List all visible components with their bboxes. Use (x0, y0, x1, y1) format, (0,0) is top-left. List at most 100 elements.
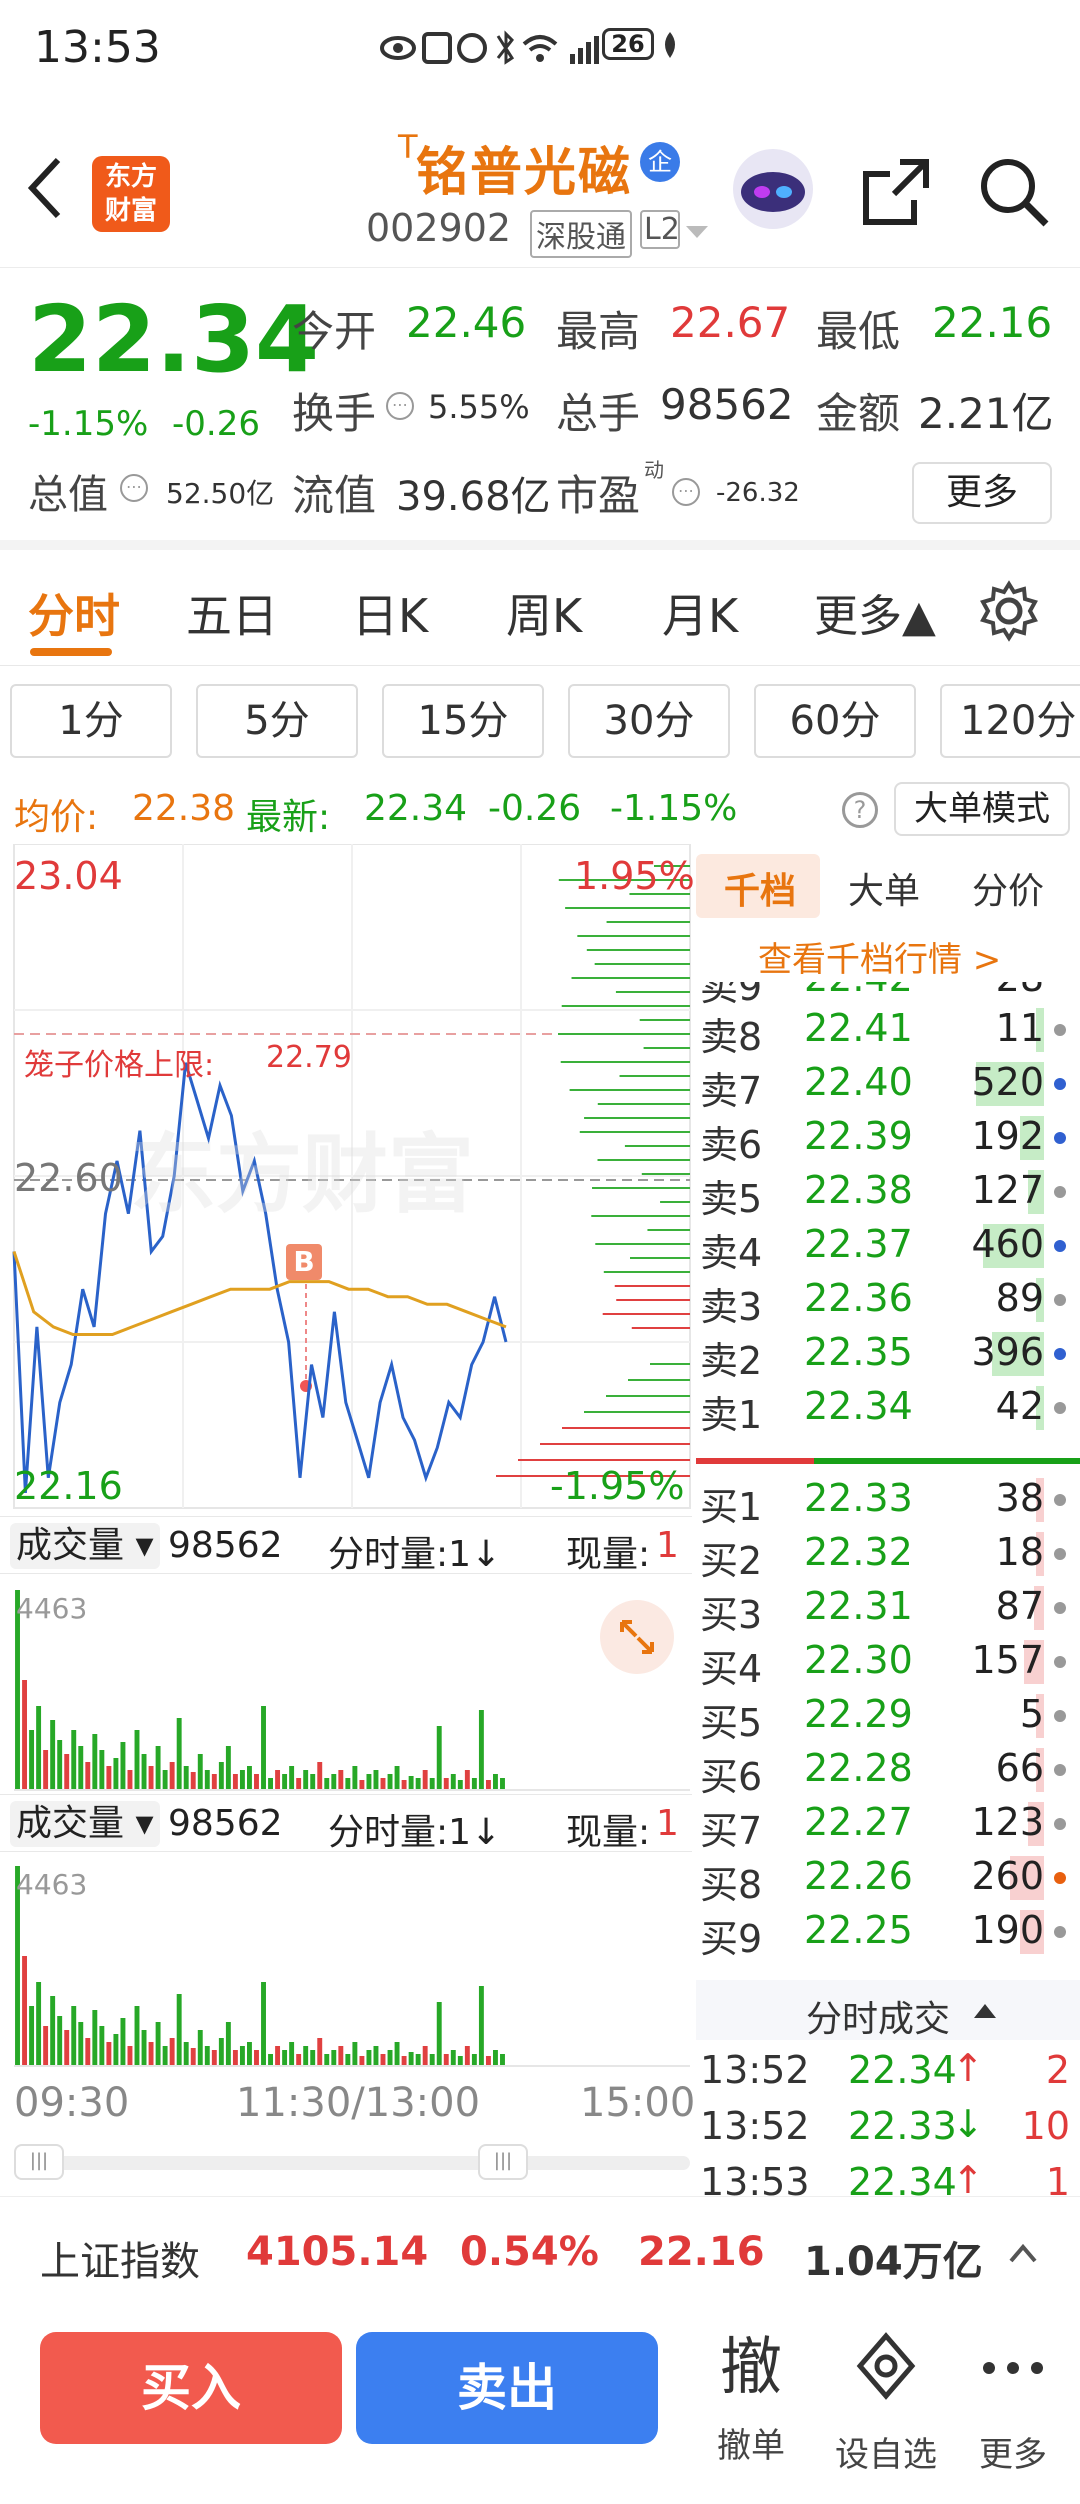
level-dot (1054, 1548, 1066, 1560)
expand-button[interactable] (600, 1600, 674, 1674)
trades-header[interactable]: 分时成交 (696, 1980, 1080, 2040)
book-tab-depth[interactable]: 千档 (724, 862, 796, 914)
pe-superscript: 动 (644, 458, 664, 482)
volume-peak-2: 4463 (16, 1868, 88, 1901)
period-5min[interactable]: 5分 (196, 684, 358, 758)
tab-daily-k[interactable]: 日K (352, 580, 428, 646)
quote-summary: 22.34 -1.15% -0.26 总值 ⋯ 52.50亿 今开 22.46 … (0, 268, 1080, 550)
level-price: 22.30 (804, 1638, 913, 1682)
level-dot (1054, 1494, 1066, 1506)
turnover-label: 换手 (292, 389, 377, 438)
buy-marker[interactable]: B (286, 1244, 322, 1280)
sell-button[interactable]: 卖出 (356, 2332, 658, 2444)
tab-weekly-k[interactable]: 周K (506, 580, 582, 646)
depth-quotes-link[interactable]: 查看千档行情 > (758, 932, 1001, 981)
trade-arrow: ↓ (952, 2102, 984, 2146)
trade-time: 13:52 (700, 2104, 810, 2148)
back-icon[interactable] (24, 156, 64, 220)
volume-total: 98562 (168, 1525, 283, 1566)
level-dot (1054, 1240, 1066, 1252)
high-label: 最高 (556, 307, 641, 356)
volume-selector[interactable]: 成交量 ▾ (10, 1523, 160, 1569)
volume-value: 98562 (660, 380, 794, 429)
robot-assistant-icon[interactable] (730, 146, 816, 232)
volume-mode[interactable]: 分时量:1↓ (328, 1525, 501, 1577)
bid-row[interactable]: 买8 22.26 260 (696, 1850, 1080, 1907)
settings-gear-icon[interactable] (978, 580, 1040, 642)
level-price: 22.31 (804, 1584, 913, 1628)
share-icon[interactable] (860, 156, 932, 228)
ask-row[interactable]: 卖8 22.41 11 (696, 1002, 1080, 1059)
pe-value: -26.32 (716, 478, 800, 508)
cancel-order-action[interactable]: 撤 撤单 (696, 2330, 806, 2467)
bid-row[interactable]: 买4 22.30 157 (696, 1634, 1080, 1691)
level-label: 买6 (700, 1755, 763, 1799)
level-dot (1054, 1818, 1066, 1830)
ask-row[interactable]: 卖2 22.35 396 (696, 1326, 1080, 1383)
book-tab-price-dist[interactable]: 分价 (972, 862, 1044, 914)
tab-intraday[interactable]: 分时 (28, 580, 120, 646)
price-info-line: 均价: 22.38 最新: 22.34 -0.26 -1.15% ? 大单模式 (0, 778, 1080, 844)
bid-row[interactable]: 买5 22.29 5 (696, 1688, 1080, 1745)
time-scrollbar[interactable] (14, 2156, 690, 2170)
level-label: 卖5 (700, 1177, 763, 1221)
ask-row[interactable]: 卖1 22.34 42 (696, 1380, 1080, 1437)
status-time: 13:53 (34, 22, 161, 73)
volume-now-label: 现量: (566, 1534, 651, 1575)
big-order-mode-button[interactable]: 大单模式 (894, 782, 1070, 836)
index-ticker-bar[interactable]: 上证指数 4105.14 0.54% 22.16 1.04万亿 (0, 2196, 1080, 2310)
period-15min[interactable]: 15分 (382, 684, 544, 758)
pct-max-label: 1.95% (574, 854, 695, 898)
level-label: 买5 (700, 1701, 763, 1745)
info-icon[interactable]: ⋯ (120, 474, 148, 502)
bid-row[interactable]: 买6 22.28 66 (696, 1742, 1080, 1799)
volume-label: 成交量 (16, 1525, 125, 1566)
bid-row[interactable]: 买7 22.27 123 (696, 1796, 1080, 1853)
level-volume: 190 (971, 1908, 1044, 1952)
dropdown-icon[interactable] (684, 224, 710, 240)
bid-row[interactable]: 买2 22.32 18 (696, 1526, 1080, 1583)
level-label: 卖8 (700, 1015, 763, 1059)
search-icon[interactable] (976, 154, 1052, 230)
period-30min[interactable]: 30分 (568, 684, 730, 758)
period-1min[interactable]: 1分 (10, 684, 172, 758)
mktcap-label: 总值 (28, 472, 108, 518)
more-button[interactable]: 更多 (912, 462, 1052, 524)
level-volume: 192 (971, 1114, 1044, 1158)
ask-row[interactable]: 卖4 22.37 460 (696, 1218, 1080, 1275)
order-book: 千档 大单 分价 查看千档行情 > 卖9 22.42 28 卖822.4111卖… (696, 844, 1080, 2204)
bid-row[interactable]: 买3 22.31 87 (696, 1580, 1080, 1637)
exchange-tag: 深股通 (530, 210, 632, 258)
chevron-up-icon[interactable] (1008, 2241, 1038, 2265)
period-selector: 1分 5分 15分 30分 60分 120分 (0, 666, 1080, 778)
tab-more[interactable]: 更多▲ (814, 580, 936, 644)
scroll-handle-left[interactable]: ||| (14, 2144, 64, 2180)
volume-selector-2[interactable]: 成交量 ▾ (10, 1801, 160, 1847)
level-price: 22.28 (804, 1746, 913, 1790)
more-action[interactable]: 更多 (958, 2330, 1068, 2476)
ask-row[interactable]: 卖3 22.36 89 (696, 1272, 1080, 1329)
book-tab-big-order[interactable]: 大单 (848, 862, 920, 914)
info-icon[interactable]: ⋯ (386, 392, 414, 420)
help-icon[interactable]: ? (842, 792, 878, 828)
level-volume: 66 (995, 1746, 1044, 1790)
ask-row[interactable]: 卖7 22.40 520 (696, 1056, 1080, 1113)
level-dot (1054, 1132, 1066, 1144)
buy-button[interactable]: 买入 (40, 2332, 342, 2444)
period-60min[interactable]: 60分 (754, 684, 916, 758)
tab-five-day[interactable]: 五日 (186, 580, 278, 646)
trade-time: 13:52 (700, 2048, 810, 2092)
latest-label: 最新: (246, 797, 331, 838)
period-120min[interactable]: 120分 (940, 684, 1080, 758)
add-watchlist-action[interactable]: 设自选 (826, 2330, 946, 2476)
volume-mode-2[interactable]: 分时量:1↓ (328, 1803, 501, 1855)
book-divider (696, 1458, 1080, 1464)
bid-row[interactable]: 买1 22.33 38 (696, 1472, 1080, 1529)
ask-row[interactable]: 卖6 22.39 192 (696, 1110, 1080, 1167)
bid-row[interactable]: 买9 22.25 190 (696, 1904, 1080, 1961)
tab-monthly-k[interactable]: 月K (662, 580, 738, 646)
y-max-label: 23.04 (14, 854, 123, 898)
scroll-handle-right[interactable]: ||| (478, 2144, 528, 2180)
info-icon[interactable]: ⋯ (672, 478, 700, 506)
ask-row[interactable]: 卖5 22.38 127 (696, 1164, 1080, 1221)
